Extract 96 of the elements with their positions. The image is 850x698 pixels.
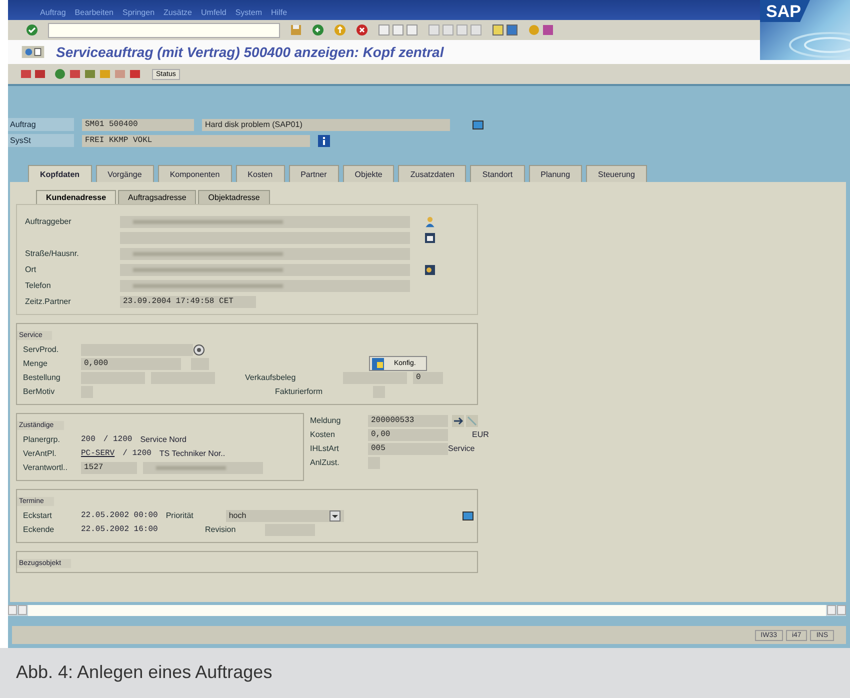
sap-logo: SAP	[760, 0, 850, 60]
input-field[interactable]: SM01 500400	[82, 118, 194, 130]
tab[interactable]: Planung	[528, 165, 582, 182]
field-value: TS Techniker Nor..	[159, 449, 226, 458]
input-field[interactable]: 0,00	[368, 428, 448, 440]
input-field[interactable]: 23.09.2004 17:49:58 CET	[120, 296, 256, 308]
input-field[interactable]: 0,000	[81, 358, 181, 370]
field-label: AnlZust.	[310, 458, 340, 467]
page-icons-drawing[interactable]	[378, 24, 418, 36]
field-label: Planergrp.	[23, 435, 61, 444]
field-label: BerMotiv	[23, 387, 56, 396]
menu-item[interactable]: Umfeld	[201, 8, 226, 20]
link[interactable]: PC-SERV	[81, 449, 115, 458]
tool-icons-drawing[interactable]	[20, 68, 46, 80]
menu-item[interactable]: Auftrag	[40, 8, 66, 20]
field-value: Service Nord	[140, 435, 186, 444]
tab[interactable]: Steuerung	[586, 165, 647, 182]
dropdown-icon	[328, 510, 341, 522]
field-label: VerAntPl.	[23, 449, 58, 458]
tab[interactable]: Objekte	[342, 165, 394, 182]
input-field[interactable]	[120, 216, 410, 228]
tab[interactable]: Standort	[470, 165, 525, 182]
tab[interactable]: Auftragsadresse	[118, 190, 196, 204]
scroll-icons-drawing[interactable]	[428, 24, 482, 36]
tab[interactable]: Zusatzdaten	[398, 165, 466, 182]
field-label: Meldung	[310, 416, 342, 425]
screen-icon[interactable]	[20, 46, 46, 58]
field-label: Zeitz.Partner	[25, 297, 72, 306]
check-icon[interactable]	[26, 24, 38, 36]
cancel-icon[interactable]	[356, 24, 368, 36]
menu-item[interactable]: Hilfe	[271, 8, 288, 20]
field-label: Verkaufsbeleg	[245, 373, 297, 382]
field-label: Revision	[205, 525, 237, 534]
exit-icon[interactable]	[334, 24, 346, 36]
screen-title: Serviceauftrag (mit Vertrag) 500400 anzeigen: Kopf zentral	[56, 44, 444, 60]
window-icon	[372, 358, 384, 370]
field-label: Auftrag	[8, 118, 74, 131]
notification-icons-drawing[interactable]	[452, 414, 478, 426]
copy-icon[interactable]	[424, 232, 436, 244]
description-field: Hard disk problem (SAP01)	[202, 118, 450, 130]
status-field: FREI KKMP VOKL	[82, 134, 310, 146]
tab[interactable]: Komponenten	[158, 165, 232, 182]
currency-unit: EUR	[472, 430, 489, 439]
field-label: Fakturierform	[275, 387, 324, 396]
field-label: Straße/Hausnr.	[25, 249, 80, 258]
tab[interactable]: Objektadresse	[198, 190, 270, 204]
person-icon[interactable]	[424, 216, 436, 228]
tab[interactable]: Kundenadresse	[36, 190, 116, 204]
search-help-icon[interactable]	[193, 344, 205, 356]
address-icon[interactable]	[424, 264, 436, 276]
field-label: Menge	[23, 359, 48, 368]
input-field[interactable]	[120, 264, 410, 276]
field-label: Eckstart	[23, 511, 53, 520]
dropdown[interactable]: hoch	[226, 510, 344, 522]
field-value: 22.05.2002 16:00	[81, 525, 159, 534]
field-label: SysSt	[8, 134, 74, 147]
menu-item[interactable]: Springen	[122, 8, 155, 20]
field-label: Kosten	[310, 430, 336, 439]
back-icon[interactable]	[312, 24, 324, 36]
field-label: Telefon	[25, 281, 52, 290]
field-label: IHLstArt	[310, 444, 340, 453]
input-field[interactable]	[120, 280, 410, 292]
tab[interactable]: Kosten	[236, 165, 285, 182]
scroll-right-button[interactable]	[18, 605, 27, 615]
window-icons-drawing[interactable]	[492, 24, 518, 36]
scroll-left-button[interactable]	[8, 605, 17, 615]
info-icon[interactable]	[318, 134, 330, 146]
command-field[interactable]	[48, 22, 280, 38]
menu-item[interactable]: Bearbeiten	[74, 8, 114, 20]
input-field[interactable]	[343, 372, 407, 384]
scroll-right-button[interactable]	[837, 605, 846, 615]
field-label: Priorität	[166, 511, 194, 520]
field-value: 200	[81, 435, 96, 444]
menu-item[interactable]: Zusätze	[164, 8, 192, 20]
scroll-left-button[interactable]	[827, 605, 836, 615]
tab[interactable]: Partner	[288, 165, 339, 182]
input-field[interactable]: 200000533	[368, 414, 448, 426]
field-label: Auftraggeber	[25, 217, 72, 226]
field-label: Verantwortl..	[23, 463, 68, 472]
input-field[interactable]	[81, 344, 193, 356]
input-field[interactable]	[120, 248, 410, 260]
field-label: Bestellung	[23, 373, 62, 382]
plant-value: / 1200	[103, 435, 132, 444]
tab[interactable]: Vorgänge	[96, 165, 154, 182]
input-field[interactable]: 1527	[81, 462, 137, 474]
menu-item[interactable]: System	[235, 8, 262, 20]
field-label: Ort	[25, 265, 38, 274]
input-field[interactable]	[143, 462, 263, 474]
field-label: Eckende	[23, 525, 56, 534]
input-field[interactable]: 0	[413, 372, 443, 384]
field-value: Service	[448, 444, 475, 453]
input-field[interactable]: 005	[368, 442, 448, 454]
field-label: ServProd.	[23, 345, 60, 354]
field-value: 22.05.2002 00:00	[81, 511, 158, 520]
plant-value: / 1200	[122, 449, 152, 458]
save-icon[interactable]	[290, 24, 302, 36]
